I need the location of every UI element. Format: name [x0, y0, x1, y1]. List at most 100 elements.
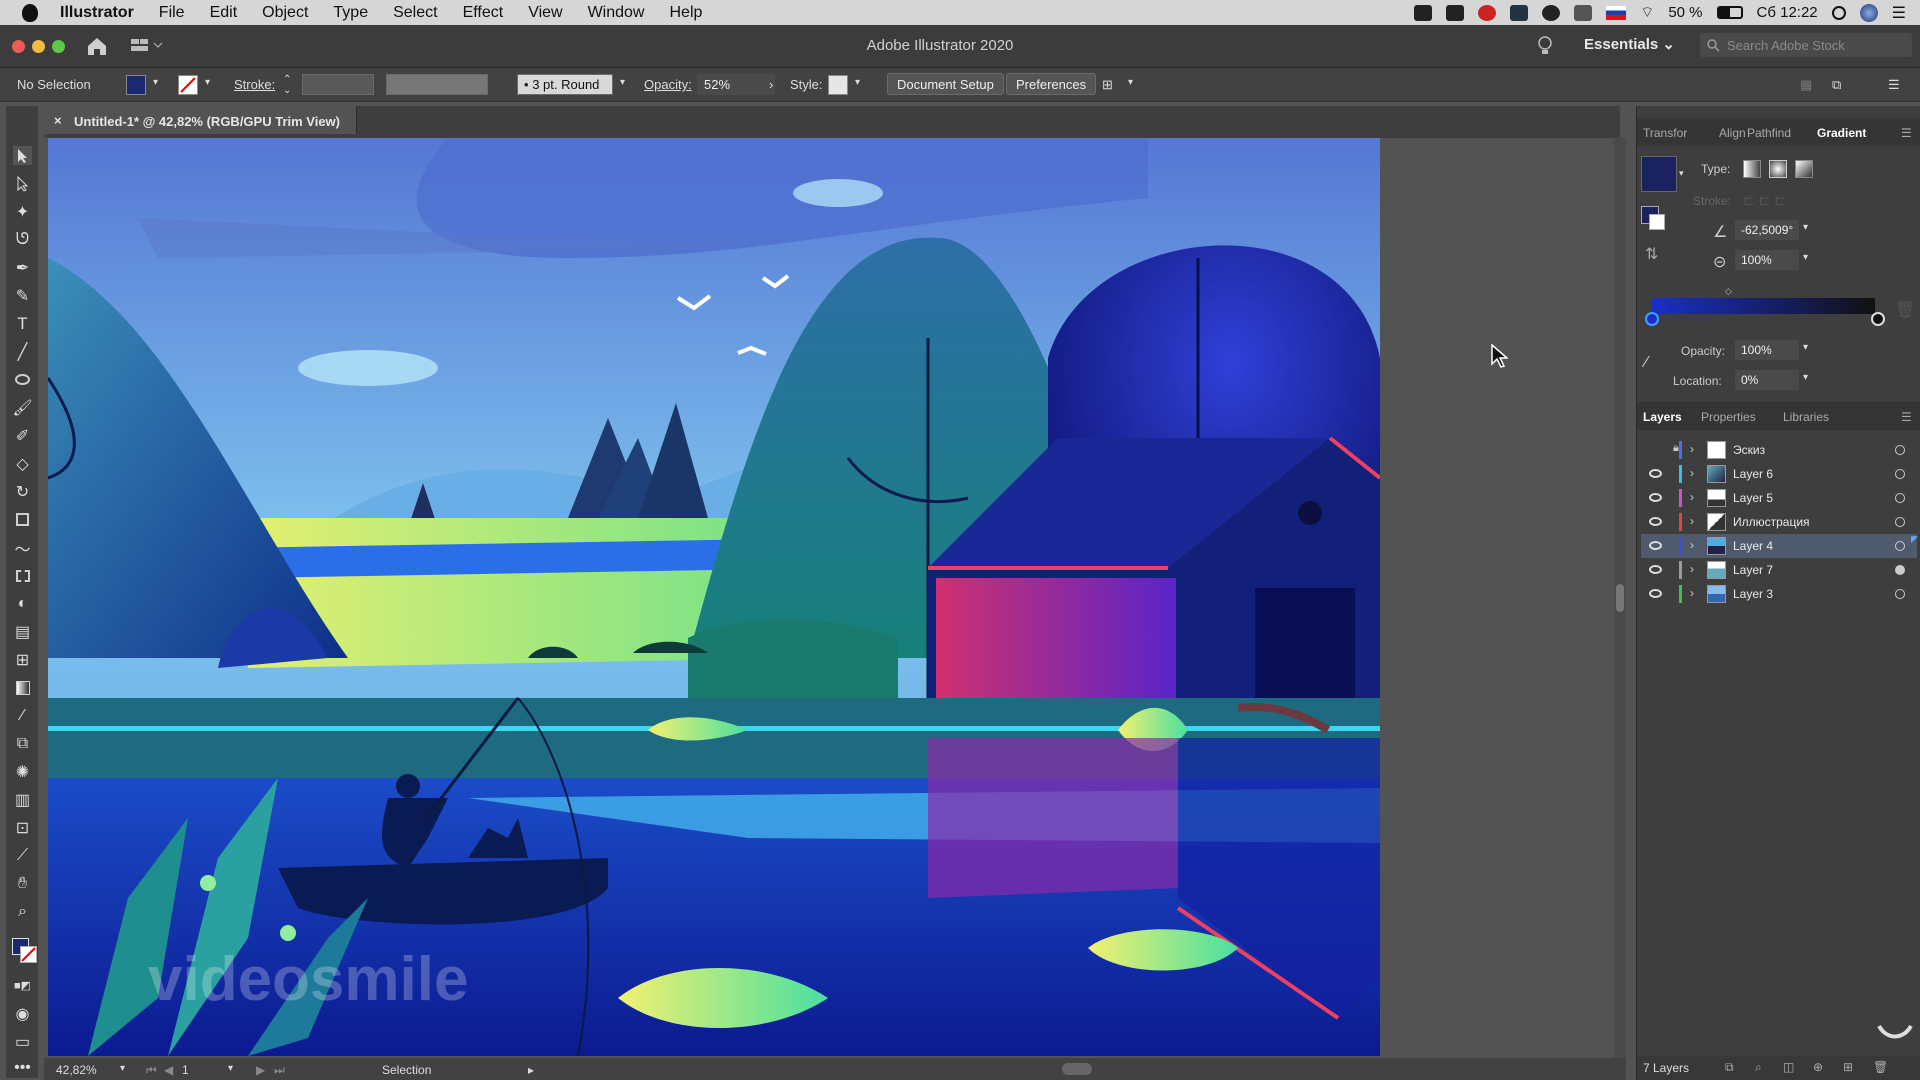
lock-icon[interactable]: 🔒︎ — [1673, 442, 1679, 455]
document-setup-button[interactable]: Document Setup — [887, 73, 1004, 95]
layer-row-selected[interactable]: › Layer 4 ◤ — [1641, 534, 1918, 558]
layer-row[interactable]: › Layer 3 — [1641, 582, 1917, 606]
direct-selection-tool-icon[interactable] — [13, 174, 32, 193]
hand-tool-icon[interactable]: ✋︎ — [13, 874, 32, 893]
workspace-switcher[interactable]: Essentials ⌄ — [1584, 35, 1675, 53]
panel-menu-icon[interactable]: ☰ — [1901, 126, 1912, 140]
distribute-icon[interactable]: ⧉ — [1832, 77, 1841, 93]
tab-libraries[interactable]: Libraries — [1783, 410, 1829, 424]
paintbrush-tool-icon[interactable]: 🖌︎ — [12, 398, 32, 417]
layer-name[interactable]: Layer 7 — [1733, 563, 1773, 577]
artboard-dropdown-icon[interactable]: ▾ — [228, 1063, 233, 1074]
freeform-gradient-type-button[interactable] — [1795, 160, 1813, 178]
mesh-tool-icon[interactable]: ⊞ — [13, 650, 32, 669]
layer-target-icon[interactable] — [1895, 565, 1905, 575]
fill-swatch[interactable] — [126, 75, 146, 95]
slice-tool-icon[interactable]: ⟋ — [13, 846, 32, 865]
stroke-stepper[interactable]: ⌃ ⌄ — [283, 74, 291, 96]
menu-file[interactable]: File — [159, 4, 185, 22]
layer-name[interactable]: Layer 3 — [1733, 587, 1773, 601]
eye-icon[interactable] — [1649, 493, 1662, 502]
draw-mode-icon[interactable]: ◉ — [13, 1004, 32, 1023]
aspect-ratio-input[interactable]: 100% — [1735, 250, 1799, 270]
delete-stop-icon[interactable]: 🗑︎ — [1895, 300, 1915, 320]
close-tab-icon[interactable]: × — [54, 113, 62, 128]
reverse-gradient-icon[interactable]: ⇅ — [1645, 244, 1658, 264]
style-dropdown-icon[interactable]: ▾ — [855, 77, 860, 88]
vertical-scrollbar[interactable] — [1614, 138, 1626, 1058]
layer-target-icon[interactable] — [1895, 541, 1905, 551]
gradient-stop-start[interactable] — [1645, 312, 1659, 326]
apple-icon[interactable] — [22, 3, 38, 22]
menu-effect[interactable]: Effect — [463, 4, 504, 22]
ellipse-tool-icon[interactable] — [13, 370, 32, 389]
new-sublayer-icon[interactable]: ⊕ — [1813, 1060, 1823, 1074]
notification-center-icon[interactable]: ☰ — [1892, 3, 1906, 23]
stroke-indicator[interactable] — [1649, 214, 1665, 230]
menu-help[interactable]: Help — [669, 4, 702, 22]
tab-pathfinder[interactable]: Pathfind — [1747, 126, 1791, 140]
layer-target-icon[interactable] — [1895, 469, 1905, 479]
menu-window[interactable]: Window — [588, 4, 645, 22]
first-artboard-icon[interactable]: ⏮ — [146, 1063, 157, 1078]
magic-wand-tool-icon[interactable]: ✦ — [13, 202, 32, 221]
line-tool-icon[interactable]: ╱ — [13, 342, 32, 361]
location-dropdown-icon[interactable]: ▾ — [1803, 372, 1808, 383]
angle-dropdown-icon[interactable]: ▾ — [1803, 222, 1808, 233]
type-tool-icon[interactable]: T — [13, 314, 32, 333]
expand-layer-icon[interactable]: › — [1690, 514, 1694, 528]
symbol-sprayer-tool-icon[interactable]: ✺ — [13, 762, 32, 781]
opacity-input[interactable]: 52% — [697, 74, 775, 95]
lightbulb-icon[interactable] — [1538, 36, 1552, 56]
color-mode-icon[interactable]: ■◩ — [13, 976, 32, 995]
zoom-tool-icon[interactable]: ⌕ — [13, 902, 32, 921]
current-tool-status[interactable]: Selection — [382, 1063, 431, 1077]
tab-properties[interactable]: Properties — [1701, 410, 1756, 424]
layer-row[interactable]: 🔒︎ › Эскиз — [1641, 438, 1917, 462]
new-layer-icon[interactable]: ⊞ — [1843, 1060, 1853, 1074]
variable-width-profile[interactable] — [386, 74, 488, 95]
next-artboard-icon[interactable]: ▶ — [256, 1063, 265, 1077]
stroke-dropdown-icon[interactable]: ▾ — [205, 77, 210, 88]
scale-tool-icon[interactable] — [13, 510, 32, 529]
graphic-style-swatch[interactable] — [828, 75, 848, 95]
prev-artboard-icon[interactable]: ◀ — [164, 1063, 173, 1077]
layer-row[interactable]: › Иллюстрация — [1641, 510, 1917, 534]
curvature-tool-icon[interactable]: ✎ — [13, 286, 32, 305]
stroke-color-box[interactable] — [20, 946, 37, 963]
delete-layer-icon[interactable]: 🗑︎ — [1873, 1060, 1888, 1074]
status-icon[interactable] — [1414, 4, 1433, 21]
expand-layer-icon[interactable]: › — [1690, 466, 1694, 480]
shape-builder-tool-icon[interactable]: ◐ — [13, 594, 32, 613]
menu-type[interactable]: Type — [333, 4, 368, 22]
fill-dropdown-icon[interactable]: ▾ — [153, 77, 158, 88]
stroke-swatch[interactable] — [178, 75, 198, 95]
warp-tool-icon[interactable]: 〜 — [13, 538, 32, 559]
stop-location-input[interactable]: 0% — [1735, 370, 1799, 390]
eyedropper-icon[interactable]: ⁄ — [1645, 354, 1648, 372]
lasso-tool-icon[interactable]: ᘎ — [13, 230, 32, 249]
eye-icon[interactable] — [1649, 589, 1662, 598]
gradient-stop-end[interactable] — [1871, 312, 1885, 326]
expand-layer-icon[interactable]: › — [1690, 442, 1694, 456]
artboard-number[interactable]: 1 — [182, 1063, 189, 1077]
scrollbar-thumb[interactable] — [1616, 584, 1624, 612]
siri-icon[interactable] — [1859, 3, 1878, 22]
menu-app[interactable]: Illustrator — [60, 4, 134, 22]
chevron-right-icon[interactable]: › — [769, 77, 773, 92]
eyedropper-tool-icon[interactable]: ⁄ — [13, 706, 32, 725]
tab-align[interactable]: Align — [1719, 126, 1746, 140]
layer-target-icon[interactable] — [1895, 445, 1905, 455]
horizontal-scrollbar-thumb[interactable] — [1062, 1063, 1092, 1075]
menu-view[interactable]: View — [528, 4, 562, 22]
eye-icon[interactable] — [1649, 565, 1662, 574]
layer-name[interactable]: Layer 6 — [1733, 467, 1773, 481]
last-artboard-icon[interactable]: ⏭ — [274, 1063, 285, 1078]
opacity-label[interactable]: Opacity: — [644, 77, 692, 92]
stroke-label[interactable]: Stroke: — [234, 77, 275, 92]
column-graph-tool-icon[interactable]: ▥ — [13, 790, 32, 809]
brush-definition-dropdown[interactable]: • 3 pt. Round — [517, 74, 613, 95]
linear-gradient-type-button[interactable] — [1743, 160, 1761, 178]
stop-opacity-input[interactable]: 100% — [1735, 340, 1799, 360]
perspective-grid-tool-icon[interactable]: ▤ — [13, 622, 32, 641]
